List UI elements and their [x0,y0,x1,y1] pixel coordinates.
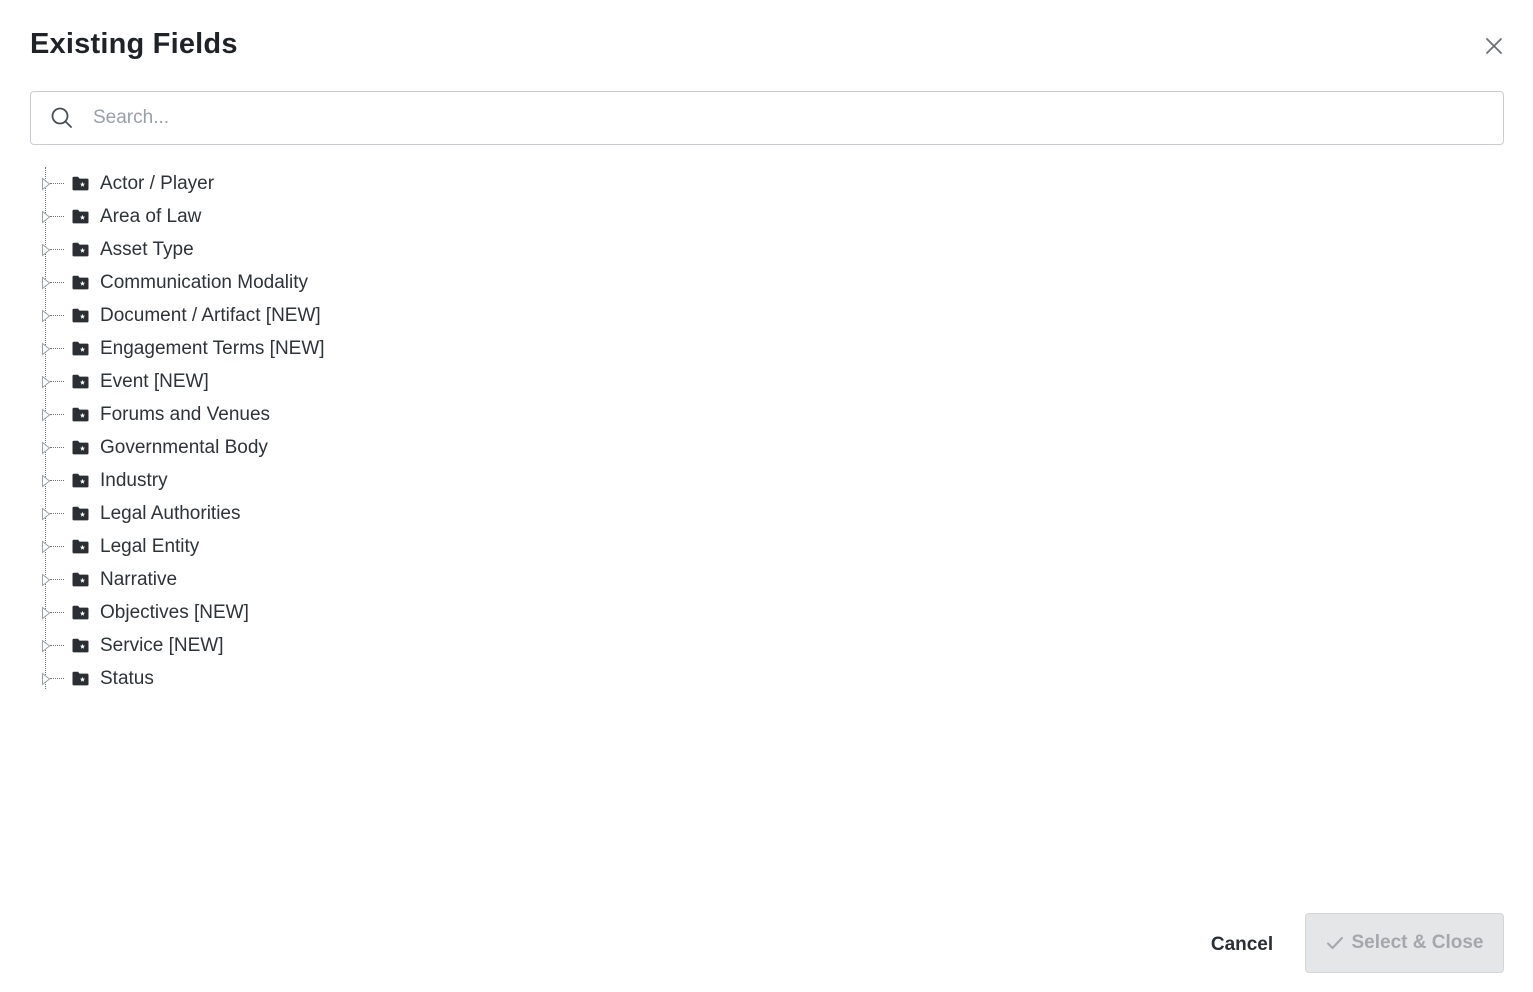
tree-item-label[interactable]: Asset Type [100,237,194,263]
caret-right-icon[interactable] [41,276,51,290]
folder-star-icon [72,242,89,257]
tree-branch-line [50,546,64,547]
folder-star-icon [72,374,89,389]
tree-item[interactable]: Asset Type [30,233,630,266]
check-icon [1326,935,1344,951]
caret-right-icon[interactable] [41,540,51,554]
caret-right-icon[interactable] [41,243,51,257]
cancel-button[interactable]: Cancel [1196,918,1288,972]
caret-right-icon[interactable] [41,210,51,224]
folder-star-icon [72,341,89,356]
caret-right-icon[interactable] [41,606,51,620]
folder-star-icon [72,440,89,455]
caret-right-icon[interactable] [41,177,51,191]
tree-item[interactable]: Service [NEW] [30,629,630,662]
folder-star-icon [72,539,89,554]
caret-right-icon[interactable] [41,342,51,356]
caret-right-icon[interactable] [41,309,51,323]
tree-item[interactable]: Legal Entity [30,530,630,563]
tree-item[interactable]: Legal Authorities [30,497,630,530]
field-tree: Actor / Player Area of Law Asset Type Commu… [30,167,630,695]
tree-item-label[interactable]: Industry [100,468,168,494]
tree-item[interactable]: Engagement Terms [NEW] [30,332,630,365]
caret-right-icon[interactable] [41,573,51,587]
tree-item[interactable]: Objectives [NEW] [30,596,630,629]
folder-star-icon [72,572,89,587]
tree-item-label[interactable]: Governmental Body [100,435,268,461]
folder-star-icon [72,671,89,686]
folder-star-icon [72,176,89,191]
folder-star-icon [72,407,89,422]
tree-branch-line [50,480,64,481]
tree-branch-line [50,579,64,580]
tree-item-label[interactable]: Actor / Player [100,171,214,197]
tree-branch-line [50,282,64,283]
search-icon [31,92,93,144]
tree-branch-line [50,249,64,250]
folder-star-icon [72,473,89,488]
tree-item[interactable]: Forums and Venues [30,398,630,431]
tree-branch-line [50,381,64,382]
caret-right-icon[interactable] [41,441,51,455]
tree-branch-line [50,315,64,316]
tree-item[interactable]: Narrative [30,563,630,596]
tree-branch-line [50,447,64,448]
folder-star-icon [72,308,89,323]
tree-item[interactable]: Governmental Body [30,431,630,464]
tree-branch-line [50,414,64,415]
tree-item-label[interactable]: Event [NEW] [100,369,209,395]
select-and-close-button[interactable]: Select & Close [1305,913,1504,973]
tree-item-label[interactable]: Communication Modality [100,270,308,296]
close-icon [1486,38,1502,54]
tree-item[interactable]: Document / Artifact [NEW] [30,299,630,332]
folder-star-icon [72,209,89,224]
tree-item[interactable]: Event [NEW] [30,365,630,398]
tree-item-label[interactable]: Status [100,666,154,692]
tree-item-label[interactable]: Legal Entity [100,534,199,560]
tree-item-label[interactable]: Area of Law [100,204,201,230]
tree-item-label[interactable]: Objectives [NEW] [100,600,249,626]
tree-branch-line [50,678,64,679]
search-box[interactable] [30,91,1504,145]
tree-item-label[interactable]: Engagement Terms [NEW] [100,336,325,362]
dialog-title: Existing Fields [30,28,238,60]
caret-right-icon[interactable] [41,375,51,389]
tree-item[interactable]: Industry [30,464,630,497]
tree-item-label[interactable]: Narrative [100,567,177,593]
search-input[interactable] [93,98,1503,138]
tree-item[interactable]: Area of Law [30,200,630,233]
tree-branch-line [50,612,64,613]
tree-branch-line [50,216,64,217]
folder-star-icon [72,506,89,521]
tree-branch-line [50,348,64,349]
caret-right-icon[interactable] [41,408,51,422]
tree-item[interactable]: Status [30,662,630,695]
caret-right-icon[interactable] [41,507,51,521]
caret-right-icon[interactable] [41,639,51,653]
tree-item[interactable]: Actor / Player [30,167,630,200]
close-button[interactable] [1480,32,1508,60]
tree-item-label[interactable]: Service [NEW] [100,633,224,659]
caret-right-icon[interactable] [41,672,51,686]
existing-fields-dialog: Existing Fields Actor / Player Area of La… [0,0,1533,992]
tree-item-label[interactable]: Legal Authorities [100,501,241,527]
folder-star-icon [72,605,89,620]
tree-branch-line [50,183,64,184]
select-and-close-label: Select & Close [1351,932,1484,953]
folder-star-icon [72,275,89,290]
tree-branch-line [50,513,64,514]
tree-item[interactable]: Communication Modality [30,266,630,299]
tree-branch-line [50,645,64,646]
caret-right-icon[interactable] [41,474,51,488]
folder-star-icon [72,638,89,653]
tree-item-label[interactable]: Forums and Venues [100,402,270,428]
tree-item-label[interactable]: Document / Artifact [NEW] [100,303,321,329]
